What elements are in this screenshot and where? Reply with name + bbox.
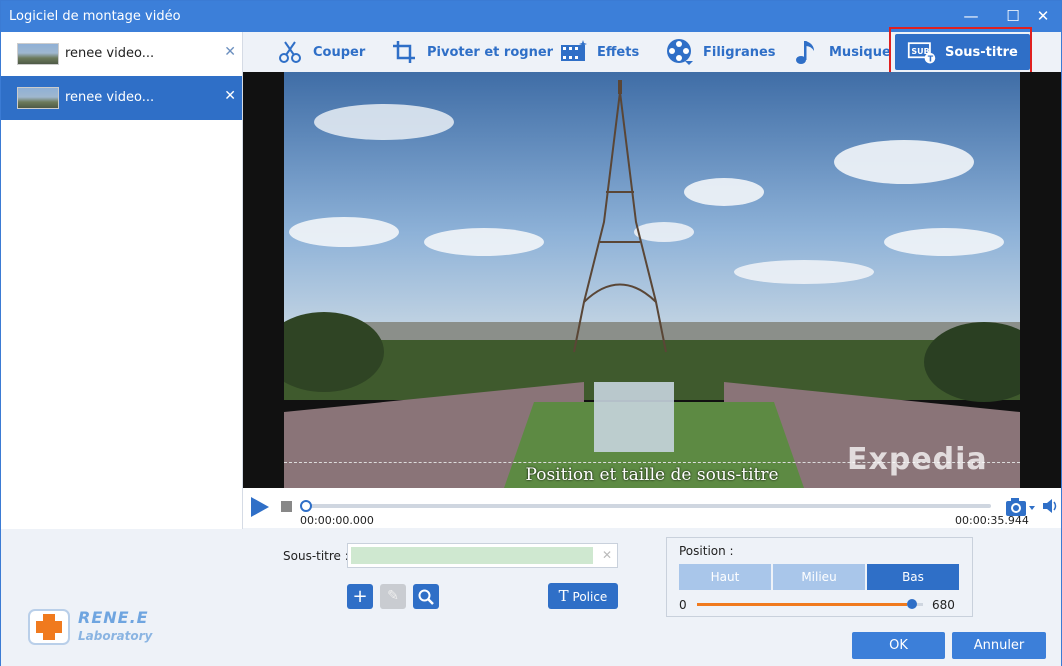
position-slider-fill (697, 603, 907, 606)
stop-icon[interactable] (281, 501, 292, 512)
tab-effets[interactable]: Effets (559, 32, 639, 72)
file-name: renee video... (65, 46, 155, 61)
playback-controls: 00:00:00.000 00:00:35.944 (243, 488, 1061, 528)
ok-button[interactable]: OK (852, 632, 945, 659)
tab-label: Couper (313, 44, 366, 60)
search-icon (418, 589, 434, 605)
timeline-track[interactable] (305, 504, 991, 508)
window-title: Logiciel de montage vidéo (9, 9, 181, 24)
cancel-button[interactable]: Annuler (952, 632, 1046, 659)
position-slider-handle[interactable] (907, 599, 917, 609)
remove-file-icon[interactable]: ✕ (224, 88, 236, 104)
crop-rotate-icon (389, 37, 419, 67)
effects-film-icon (559, 37, 589, 67)
logo-wordmark: RENE.E (78, 608, 149, 627)
position-milieu-button[interactable]: Milieu (773, 564, 865, 590)
play-icon[interactable] (251, 497, 269, 517)
subtitle-file-field[interactable]: ✕ (347, 543, 618, 568)
font-button-label: Police (572, 590, 608, 604)
video-watermark: Expedia (847, 442, 988, 477)
subtitle-label: Sous-titre : (283, 549, 349, 563)
music-note-icon (791, 37, 821, 67)
video-thumbnail (17, 87, 59, 109)
font-police-button[interactable]: T Police (548, 583, 618, 609)
tab-label: Filigranes (703, 44, 776, 60)
scissors-icon (275, 37, 305, 67)
tab-pivoter-rogner[interactable]: Pivoter et rogner (389, 32, 553, 72)
position-label: Position : (679, 544, 734, 558)
remove-file-icon[interactable]: ✕ (224, 44, 236, 60)
file-list: renee video... ✕ renee video... ✕ (1, 32, 243, 529)
watermark-reel-icon (665, 37, 695, 67)
maximize-button[interactable]: ☐ (1001, 5, 1025, 27)
logo-subtitle: Laboratory (78, 629, 153, 643)
tab-label: Pivoter et rogner (427, 44, 554, 60)
tab-label: Musique (829, 44, 891, 60)
timeline-scrubber[interactable] (300, 500, 312, 512)
current-time: 00:00:00.000 (300, 514, 374, 527)
file-item[interactable]: renee video... ✕ (1, 32, 242, 76)
slider-max-label: 680 (932, 598, 955, 612)
minimize-button[interactable]: — (959, 5, 983, 27)
edit-subtitle-button[interactable]: ✎ (380, 584, 406, 609)
renee-logo-icon (26, 604, 72, 651)
volume-icon[interactable] (1041, 497, 1059, 518)
position-bas-button[interactable]: Bas (867, 564, 959, 590)
subtitle-file-value (351, 547, 593, 564)
video-thumbnail (17, 43, 59, 65)
slider-min-label: 0 (679, 598, 687, 612)
snapshot-camera-icon[interactable] (1005, 496, 1037, 521)
position-haut-button[interactable]: Haut (679, 564, 771, 590)
app-window: Logiciel de montage vidéo — ☐ ✕ renee vi… (0, 0, 1062, 666)
file-name: renee video... (65, 90, 155, 105)
tab-couper[interactable]: Couper (275, 32, 365, 72)
tab-label: Effets (597, 44, 640, 60)
video-preview (284, 72, 1020, 488)
clear-subtitle-icon[interactable]: ✕ (602, 548, 612, 562)
add-subtitle-button[interactable]: + (347, 584, 373, 609)
file-item-selected[interactable]: renee video... ✕ (1, 76, 242, 120)
search-subtitle-button[interactable] (413, 584, 439, 609)
tab-musique[interactable]: Musique (791, 32, 891, 72)
font-t-icon: T (558, 587, 569, 605)
close-button[interactable]: ✕ (1031, 5, 1055, 27)
tab-filigranes[interactable]: Filigranes (665, 32, 776, 72)
